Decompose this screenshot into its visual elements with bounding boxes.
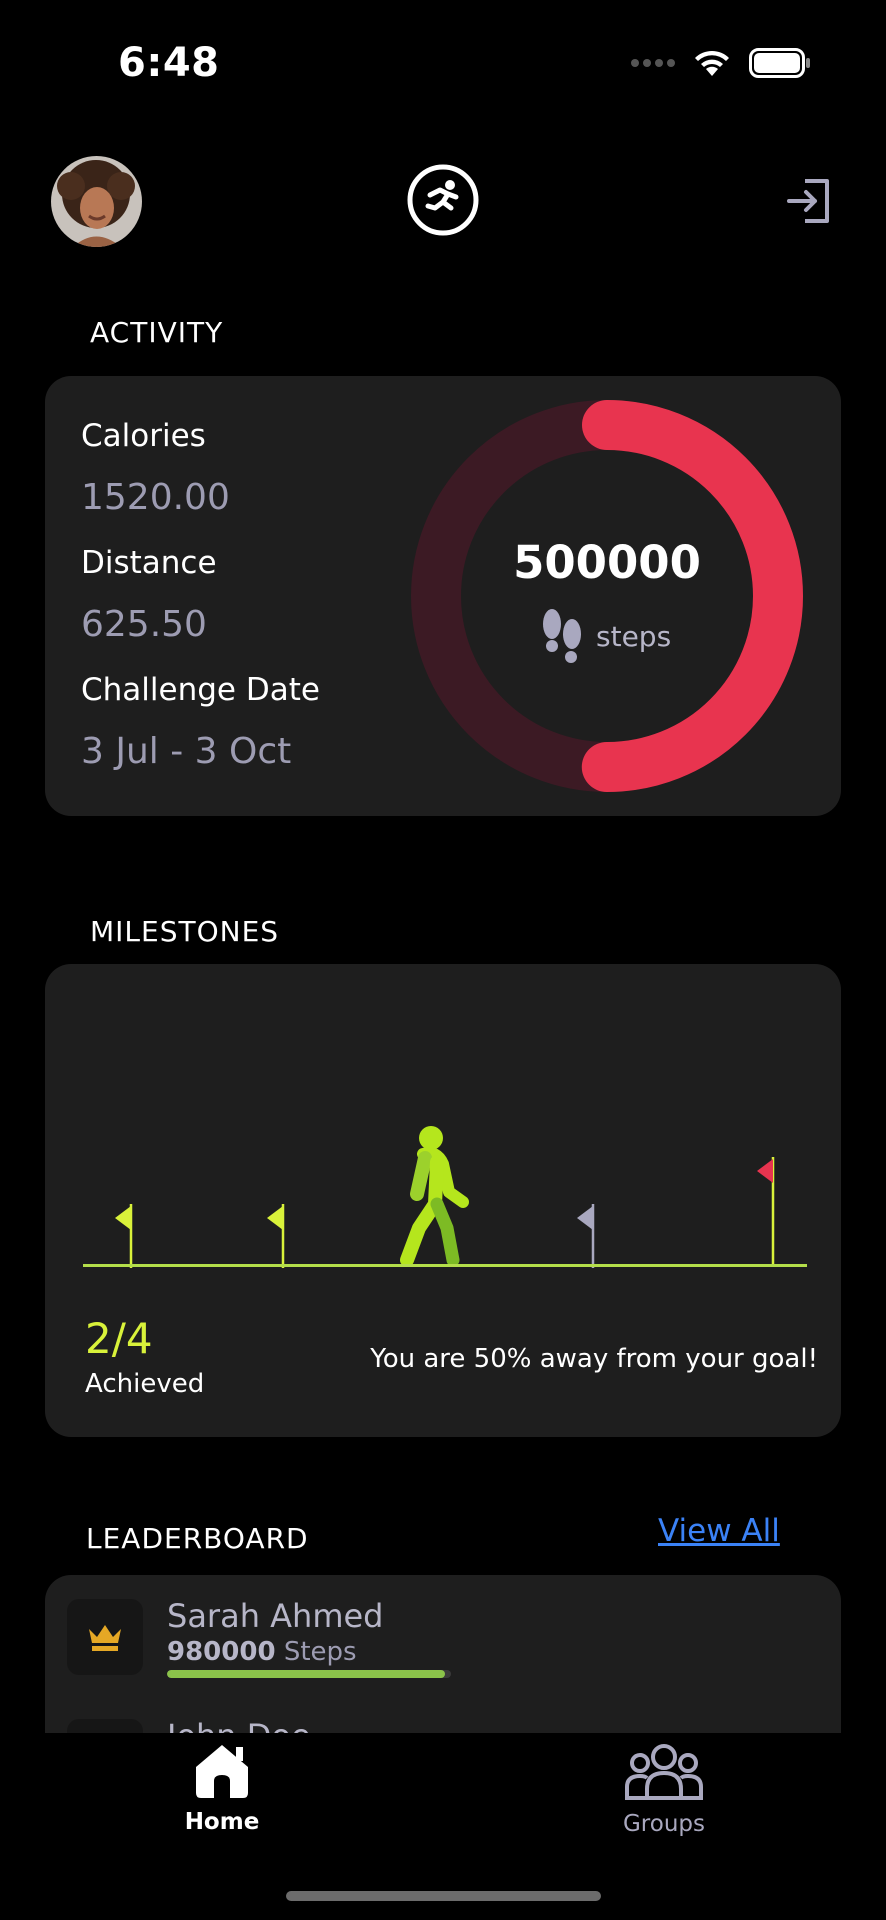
milestones-card: 2/4 Achieved You are 50% away from your … [45,964,841,1437]
tab-groups[interactable]: Groups [564,1743,764,1837]
tab-home[interactable]: Home [122,1743,322,1835]
leaderboard-steps-value: 980000 [167,1637,276,1667]
leaderboard-name: Sarah Ahmed [167,1597,384,1635]
signal-icon [631,59,675,67]
challenge-date-label: Challenge Date [81,672,320,708]
tab-home-label: Home [184,1809,260,1835]
app-logo [406,163,480,237]
status-icons [631,48,811,78]
activity-title: ACTIVITY [90,316,224,349]
steps-unit-label: steps [596,619,672,653]
goal-flag-icon [757,1157,775,1267]
calories-value: 1520.00 [81,477,230,518]
leaderboard-steps: 980000 Steps [167,1637,357,1667]
distance-value: 625.50 [81,604,207,645]
calories-label: Calories [81,418,206,454]
leaderboard-steps-label: Steps [283,1637,357,1667]
milestone-flag-1-icon [115,1204,133,1268]
steps-unit: steps [540,606,671,666]
running-person-icon [407,164,479,236]
home-screen: 6:48 ACTIVITY Calories 1520.00 Distance … [0,0,886,1920]
achieved-count: 2/4 [85,1314,153,1363]
leaderboard-title: LEADERBOARD [86,1522,309,1555]
view-all-link[interactable]: View All [658,1513,780,1549]
wifi-icon [695,50,729,76]
milestone-flag-3-icon [577,1204,595,1268]
groups-icon [625,1744,703,1800]
distance-label: Distance [81,545,217,581]
crown-icon [89,1625,121,1651]
home-indicator [286,1891,601,1901]
home-icon [196,1745,248,1798]
login-button[interactable] [785,177,833,225]
achieved-label: Achieved [85,1369,205,1399]
status-time: 6:48 [118,40,220,86]
user-avatar-icon [51,156,142,247]
milestone-flag-2-icon [267,1204,285,1268]
leaderboard-progress [167,1670,451,1678]
challenge-date-value: 3 Jul - 3 Oct [81,731,292,772]
leaderboard-row[interactable]: Sarah Ahmed 980000 Steps [45,1575,841,1678]
walking-person-icon [400,1126,469,1266]
login-icon [787,179,829,223]
battery-icon [749,48,810,78]
leaderboard-progress-fill [167,1670,446,1678]
steps-progress-ring [411,400,803,792]
milestones-title: MILESTONES [90,915,280,948]
footprints-icon [543,609,581,663]
steps-value: 500000 [513,536,701,589]
rank-badge [67,1599,143,1675]
avatar[interactable] [51,156,142,247]
activity-card: Calories 1520.00 Distance 625.50 Challen… [45,376,841,816]
goal-message: You are 50% away from your goal! [370,1344,818,1374]
milestone-track [83,1264,807,1267]
tab-groups-label: Groups [622,1811,705,1837]
